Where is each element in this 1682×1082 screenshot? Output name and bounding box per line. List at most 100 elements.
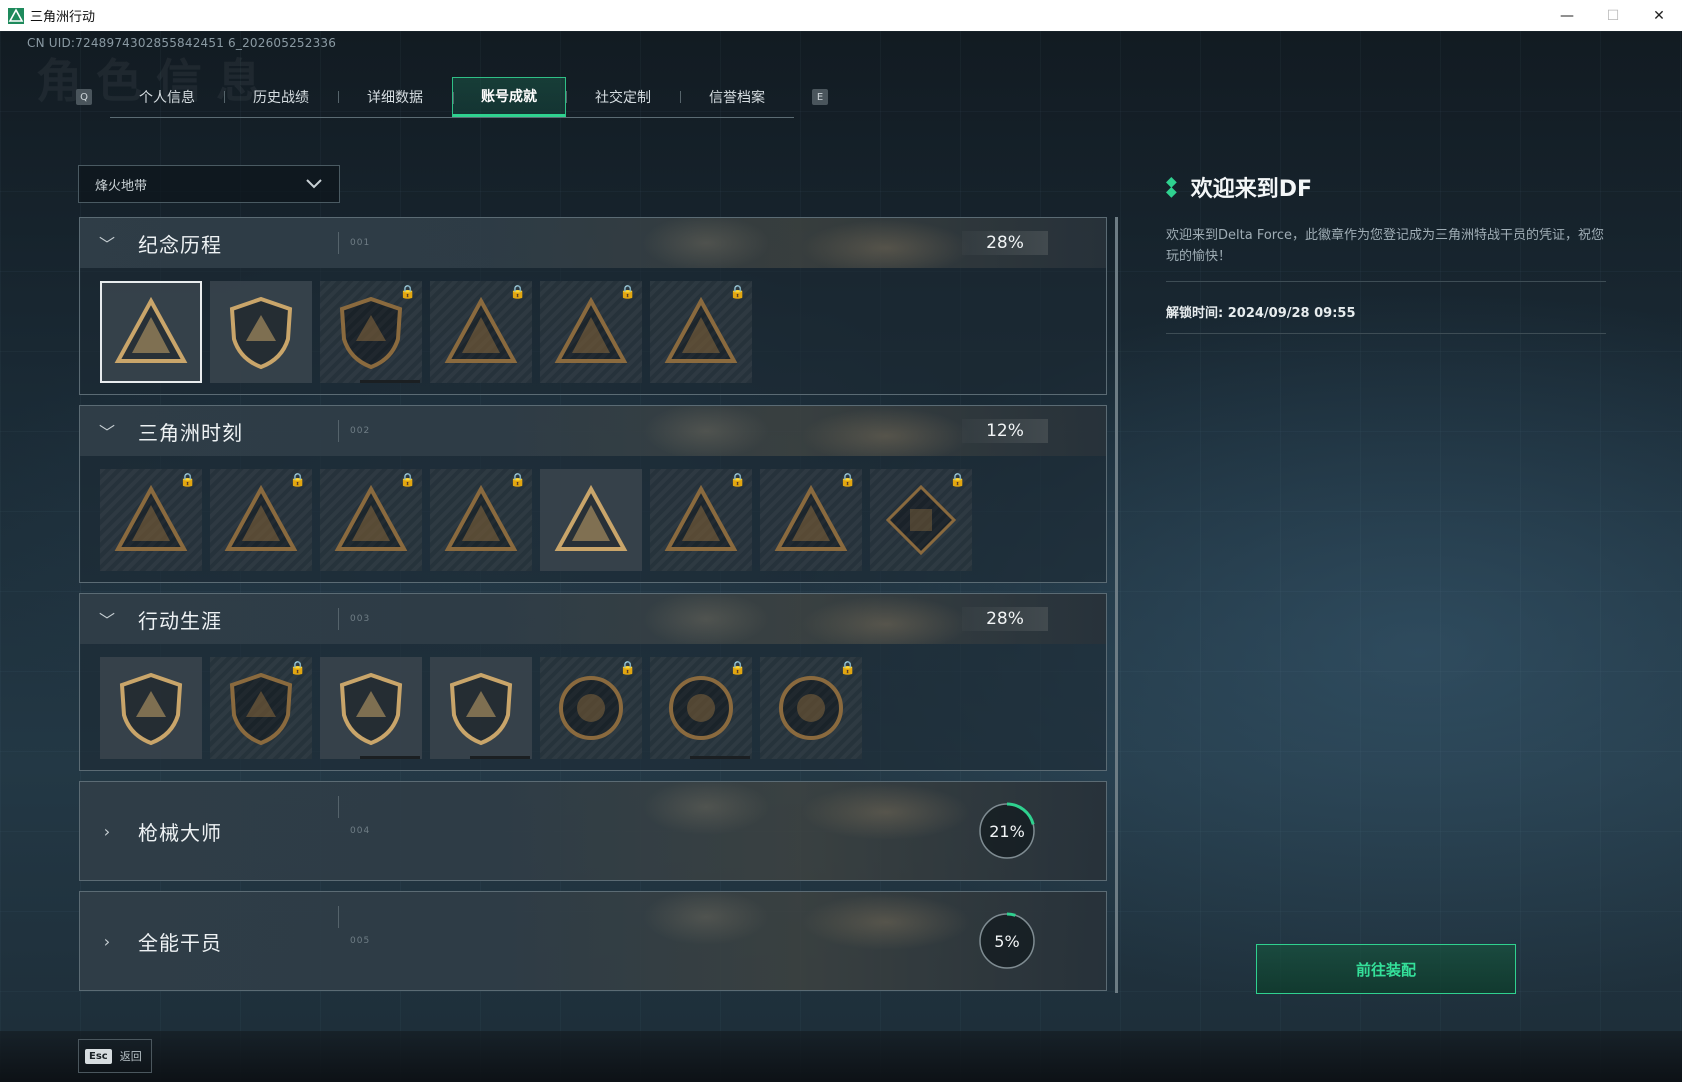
section-header[interactable]: › 枪械大师 004 21% — [80, 782, 1106, 880]
achievement-badge[interactable] — [320, 657, 422, 759]
achievement-badge[interactable]: 🔒 — [430, 469, 532, 571]
list-scrollbar[interactable] — [1115, 217, 1118, 993]
gem-shield-badge-icon — [449, 672, 513, 746]
achievement-badge[interactable]: 🔒 — [430, 281, 532, 383]
diamond-icon: ◆ ◆ — [1166, 174, 1177, 200]
back-button[interactable]: Esc 返回 — [78, 1039, 152, 1073]
delta-triangle-badge-icon — [114, 296, 188, 363]
tabs: 个人信息 历史战绩 详细数据 账号成就 社交定制 信誉档案 — [110, 76, 794, 118]
lock-icon: 🔒 — [729, 661, 746, 676]
bottom-bar: Esc 返回 — [0, 1031, 1682, 1082]
section-title: 纪念历程 — [138, 232, 222, 257]
section-header[interactable]: ﹀ 三角洲时刻 002 12% — [80, 406, 1106, 456]
next-tab-key[interactable]: E — [812, 89, 828, 105]
achievement-badge[interactable]: 🔒 — [320, 281, 422, 383]
maximize-button[interactable]: ☐ — [1590, 0, 1636, 31]
achievement-badge[interactable]: 🔒 — [650, 469, 752, 571]
kneeling-soldier-badge-icon — [334, 484, 408, 551]
section-title: 行动生涯 — [138, 608, 222, 633]
helicopter-badge-icon — [229, 296, 293, 370]
cube-diamond-badge-icon — [885, 484, 957, 556]
lock-icon: 🔒 — [619, 285, 636, 300]
game-mode-dropdown[interactable]: 烽火地带 — [78, 165, 340, 203]
achievement-badge[interactable] — [100, 281, 202, 383]
achievement-badge[interactable]: 🔒 — [650, 281, 752, 383]
tab-social[interactable]: 社交定制 — [566, 77, 680, 117]
chevron-down-icon: ﹀ — [98, 423, 115, 442]
lock-icon: 🔒 — [509, 473, 526, 488]
prev-tab-key[interactable]: Q — [76, 89, 92, 105]
detail-description: 欢迎来到Delta Force，此徽章作为您登记成为三角洲特战干员的凭证，祝您玩… — [1166, 228, 1604, 264]
dragon-triangle-badge-icon — [774, 484, 848, 551]
achievement-badge[interactable]: 🔒 — [320, 469, 422, 571]
section-id: 002 — [350, 426, 371, 436]
lion-triangle-badge-icon — [444, 484, 518, 551]
section-percent: 28% — [962, 231, 1048, 255]
lock-icon: 🔒 — [399, 285, 416, 300]
achievement-section: ﹀ 行动生涯 003 28% 🔒 🔒 🔒 🔒 — [79, 593, 1107, 771]
tab-detailed-stats[interactable]: 详细数据 — [338, 77, 452, 117]
badge-grid: 🔒 🔒 🔒 🔒 🔒 🔒 🔒 — [80, 456, 1106, 582]
divider — [338, 420, 339, 442]
section-title: 三角洲时刻 — [138, 420, 243, 445]
soldier-cross-badge-icon — [444, 296, 518, 363]
tab-match-history[interactable]: 历史战绩 — [224, 77, 338, 117]
hooded-figure-badge-icon — [554, 296, 628, 363]
section-header[interactable]: ﹀ 纪念历程 001 28% — [80, 218, 1106, 268]
section-id: 005 — [350, 936, 371, 946]
minimize-button[interactable]: — — [1544, 0, 1590, 31]
close-button[interactable]: ✕ — [1636, 0, 1682, 31]
achievement-badge[interactable]: 🔒 — [760, 657, 862, 759]
badge-grid: 🔒 🔒 🔒 🔒 — [80, 644, 1106, 770]
detail-heading: ◆ ◆ 欢迎来到DF — [1166, 171, 1606, 203]
achievement-badge[interactable]: 🔒 — [100, 469, 202, 571]
section-header[interactable]: ﹀ 行动生涯 003 28% — [80, 594, 1106, 644]
star-medal-badge-icon — [119, 672, 183, 746]
achievement-badge[interactable] — [430, 657, 532, 759]
police-shield-badge-icon — [339, 672, 403, 746]
chevron-right-icon: › — [103, 821, 111, 841]
achievement-badge[interactable]: 🔒 — [210, 469, 312, 571]
section-id: 001 — [350, 238, 371, 248]
tab-personal-info[interactable]: 个人信息 — [110, 77, 224, 117]
chevron-down-icon — [306, 179, 322, 189]
achievement-badge[interactable]: 🔒 — [540, 657, 642, 759]
achievement-badge[interactable]: 🔒 — [210, 657, 312, 759]
section-title: 全能干员 — [138, 930, 222, 955]
divider — [1166, 333, 1606, 334]
achievement-list: ﹀ 纪念历程 001 28% 🔒 🔒 🔒 🔒 ﹀ 三角洲时刻 002 12% 🔒 — [79, 217, 1107, 1001]
eye-circle-badge-icon — [779, 676, 843, 740]
operator-triangle-badge-icon — [224, 484, 298, 551]
game-viewport: 角色信息 CN UID:7248974302855842451 6_202605… — [0, 31, 1682, 1082]
lock-icon: 🔒 — [179, 473, 196, 488]
player-uid: CN UID:7248974302855842451 6_20260525233… — [27, 36, 337, 50]
chevron-shield-badge-icon — [229, 672, 293, 746]
progress-ring: 21% — [976, 800, 1038, 862]
achievement-badge[interactable] — [100, 657, 202, 759]
achievement-badge[interactable] — [210, 281, 312, 383]
achievement-badge[interactable]: 🔒 — [760, 469, 862, 571]
achievement-badge[interactable]: 🔒 — [650, 657, 752, 759]
tab-achievements[interactable]: 账号成就 — [452, 76, 566, 117]
badge-progress-bar — [690, 756, 750, 759]
achievement-badge[interactable]: 🔒 — [540, 281, 642, 383]
achievement-detail-panel: ◆ ◆ 欢迎来到DF 欢迎来到Delta Force，此徽章作为您登记成为三角洲特… — [1166, 171, 1606, 334]
shell-circle-badge-icon — [559, 676, 623, 740]
window-titlebar: 三角洲行动 — ☐ ✕ — [0, 0, 1682, 32]
go-equip-button[interactable]: 前往装配 — [1256, 944, 1516, 994]
achievement-section: › 枪械大师 004 21% — [79, 781, 1107, 881]
wolf-triangle-badge-icon — [664, 484, 738, 551]
achievement-badge[interactable]: 🔒 — [870, 469, 972, 571]
skull-circle-badge-icon — [669, 676, 733, 740]
esc-key-icon: Esc — [85, 1048, 112, 1064]
section-header[interactable]: › 全能干员 005 5% — [80, 892, 1106, 990]
back-label: 返回 — [119, 1050, 142, 1063]
achievement-section: ﹀ 三角洲时刻 002 12% 🔒 🔒 🔒 🔒 🔒 🔒 🔒 — [79, 405, 1107, 583]
divider — [338, 232, 339, 254]
section-title: 枪械大师 — [138, 820, 222, 845]
tab-reputation[interactable]: 信誉档案 — [680, 77, 794, 117]
lock-icon: 🔒 — [509, 285, 526, 300]
achievement-section: › 全能干员 005 5% — [79, 891, 1107, 991]
achievement-badge[interactable] — [540, 469, 642, 571]
shield-emblem-badge-icon — [339, 296, 403, 370]
